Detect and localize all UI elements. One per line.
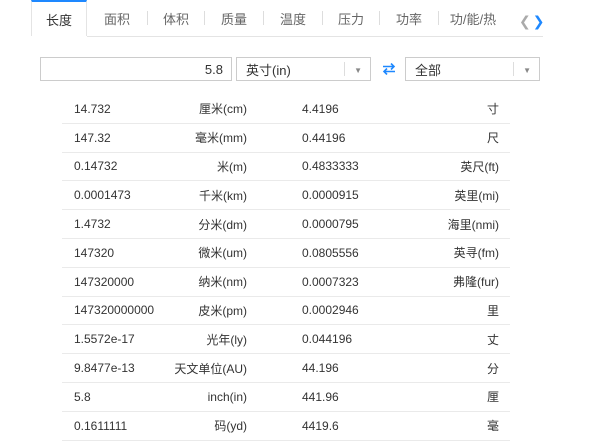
right-unit: 尺 [486, 131, 499, 146]
tab-6[interactable]: 功率 [380, 0, 438, 36]
chevron-right-icon[interactable]: ❯ [533, 14, 545, 28]
left-unit: 微米(um) [198, 246, 247, 261]
row-spacer [247, 412, 302, 440]
right-value: 4419.6 [302, 418, 339, 433]
table-row: 1.4732 分米(dm) 0.0000795 海里(nmi) [62, 210, 510, 239]
select-divider [513, 62, 514, 76]
tab-0[interactable]: 长度 [31, 0, 87, 36]
filter-select-value: 全部 [415, 62, 442, 78]
left-unit: 厘米(cm) [199, 102, 247, 117]
caret-down-icon: ▼ [523, 66, 531, 75]
right-value: 0.044196 [302, 332, 353, 347]
table-row: 14.732 厘米(cm) 4.4196 寸 [62, 95, 510, 124]
row-spacer [247, 354, 302, 382]
left-value: 1.4732 [74, 217, 111, 232]
right-value: 0.0805556 [302, 245, 359, 260]
row-spacer [247, 297, 302, 325]
value-input[interactable] [40, 57, 232, 81]
table-row: 5.8 inch(in) 441.96 厘 [62, 383, 510, 412]
right-value: 0.0000795 [302, 217, 359, 232]
caret-down-icon: ▼ [354, 66, 362, 75]
left-value: 9.8477e-13 [74, 361, 135, 376]
unit-select[interactable]: 英寸(in) ▼ [236, 57, 371, 81]
left-unit: 码(yd) [214, 419, 247, 434]
right-unit: 毫 [486, 419, 499, 434]
left-value: 147320 [74, 245, 115, 260]
right-unit: 海里(nmi) [447, 217, 499, 232]
left-value: 14.732 [74, 101, 111, 116]
right-value: 0.0000915 [302, 188, 359, 203]
tab-4[interactable]: 温度 [264, 0, 322, 36]
tab-2[interactable]: 体积 [148, 0, 204, 36]
tab-5[interactable]: 压力 [323, 0, 379, 36]
right-value: 0.0002946 [302, 303, 359, 318]
table-row: 0.1611111 码(yd) 4419.6 毫 [62, 412, 510, 441]
row-spacer [247, 95, 302, 123]
right-unit: 英寻(fm) [453, 246, 499, 261]
left-value: 1.5572e-17 [74, 332, 135, 347]
right-unit: 英尺(ft) [460, 159, 499, 174]
left-value: 0.1611111 [74, 418, 128, 433]
right-value: 441.96 [302, 389, 339, 404]
left-unit: 天文单位(AU) [174, 361, 247, 376]
left-value: 0.0001473 [74, 188, 131, 203]
unit-select-value: 英寸(in) [246, 62, 291, 78]
row-spacer [247, 124, 302, 152]
right-unit: 分 [486, 361, 499, 376]
right-value: 0.4833333 [302, 159, 359, 174]
right-unit: 弗隆(fur) [453, 275, 499, 290]
tab-scroll-arrows: ❮ ❯ [519, 14, 544, 28]
left-unit: 米(m) [217, 159, 247, 174]
right-unit: 厘 [486, 390, 499, 405]
row-spacer [247, 268, 302, 296]
tab-1[interactable]: 面积 [87, 0, 147, 36]
swap-button[interactable] [377, 57, 401, 81]
table-row: 147320000 纳米(nm) 0.0007323 弗隆(fur) [62, 268, 510, 297]
chevron-left-icon[interactable]: ❮ [519, 14, 531, 28]
left-value: 5.8 [74, 389, 91, 404]
row-spacer [247, 210, 302, 238]
right-unit: 丈 [486, 332, 499, 347]
category-tabs: 长度 面积 体积 质量 温度 压力 功率 功/能/热 [31, 0, 543, 44]
table-row: 0.0001473 千米(km) 0.0000915 英里(mi) [62, 181, 510, 211]
table-row: 147.32 毫米(mm) 0.44196 尺 [62, 124, 510, 153]
left-unit: 千米(km) [199, 188, 247, 203]
row-spacer [247, 153, 302, 181]
left-value: 147.32 [74, 130, 111, 145]
results-table: 14.732 厘米(cm) 4.4196 寸 147.32 毫米(mm) 0.44196 尺 0… [62, 95, 510, 441]
right-unit: 寸 [486, 102, 499, 117]
row-spacer [247, 383, 302, 411]
filter-select[interactable]: 全部 ▼ [405, 57, 540, 81]
left-value: 147320000000 [74, 303, 155, 318]
table-row: 1.5572e-17 光年(ly) 0.044196 丈 [62, 325, 510, 355]
table-row: 9.8477e-13 天文单位(AU) 44.196 分 [62, 354, 510, 383]
right-unit: 里 [486, 303, 499, 318]
right-value: 0.0007323 [302, 274, 359, 289]
left-unit: 皮米(pm) [198, 303, 247, 318]
table-row: 0.14732 米(m) 0.4833333 英尺(ft) [62, 153, 510, 182]
left-unit: inch(in) [207, 389, 247, 404]
left-unit: 光年(ly) [206, 332, 247, 347]
table-row: 147320 微米(um) 0.0805556 英寻(fm) [62, 239, 510, 268]
tab-7[interactable]: 功/能/热 [439, 0, 507, 36]
table-row: 147320000000 皮米(pm) 0.0002946 里 [62, 297, 510, 326]
left-value: 0.14732 [74, 159, 118, 174]
left-unit: 分米(dm) [198, 217, 247, 232]
select-divider [344, 62, 345, 76]
converter-controls: 英寸(in) ▼ 全部 ▼ [40, 57, 540, 81]
tab-3[interactable]: 质量 [205, 0, 263, 36]
swap-arrows-icon [382, 63, 396, 75]
left-unit: 纳米(nm) [198, 275, 247, 290]
right-unit: 英里(mi) [454, 188, 499, 203]
right-value: 0.44196 [302, 130, 346, 145]
left-value: 147320000 [74, 274, 135, 289]
row-spacer [247, 181, 302, 209]
row-spacer [247, 239, 302, 267]
right-value: 44.196 [302, 361, 339, 376]
right-value: 4.4196 [302, 101, 339, 116]
left-unit: 毫米(mm) [195, 131, 247, 146]
row-spacer [247, 325, 302, 353]
